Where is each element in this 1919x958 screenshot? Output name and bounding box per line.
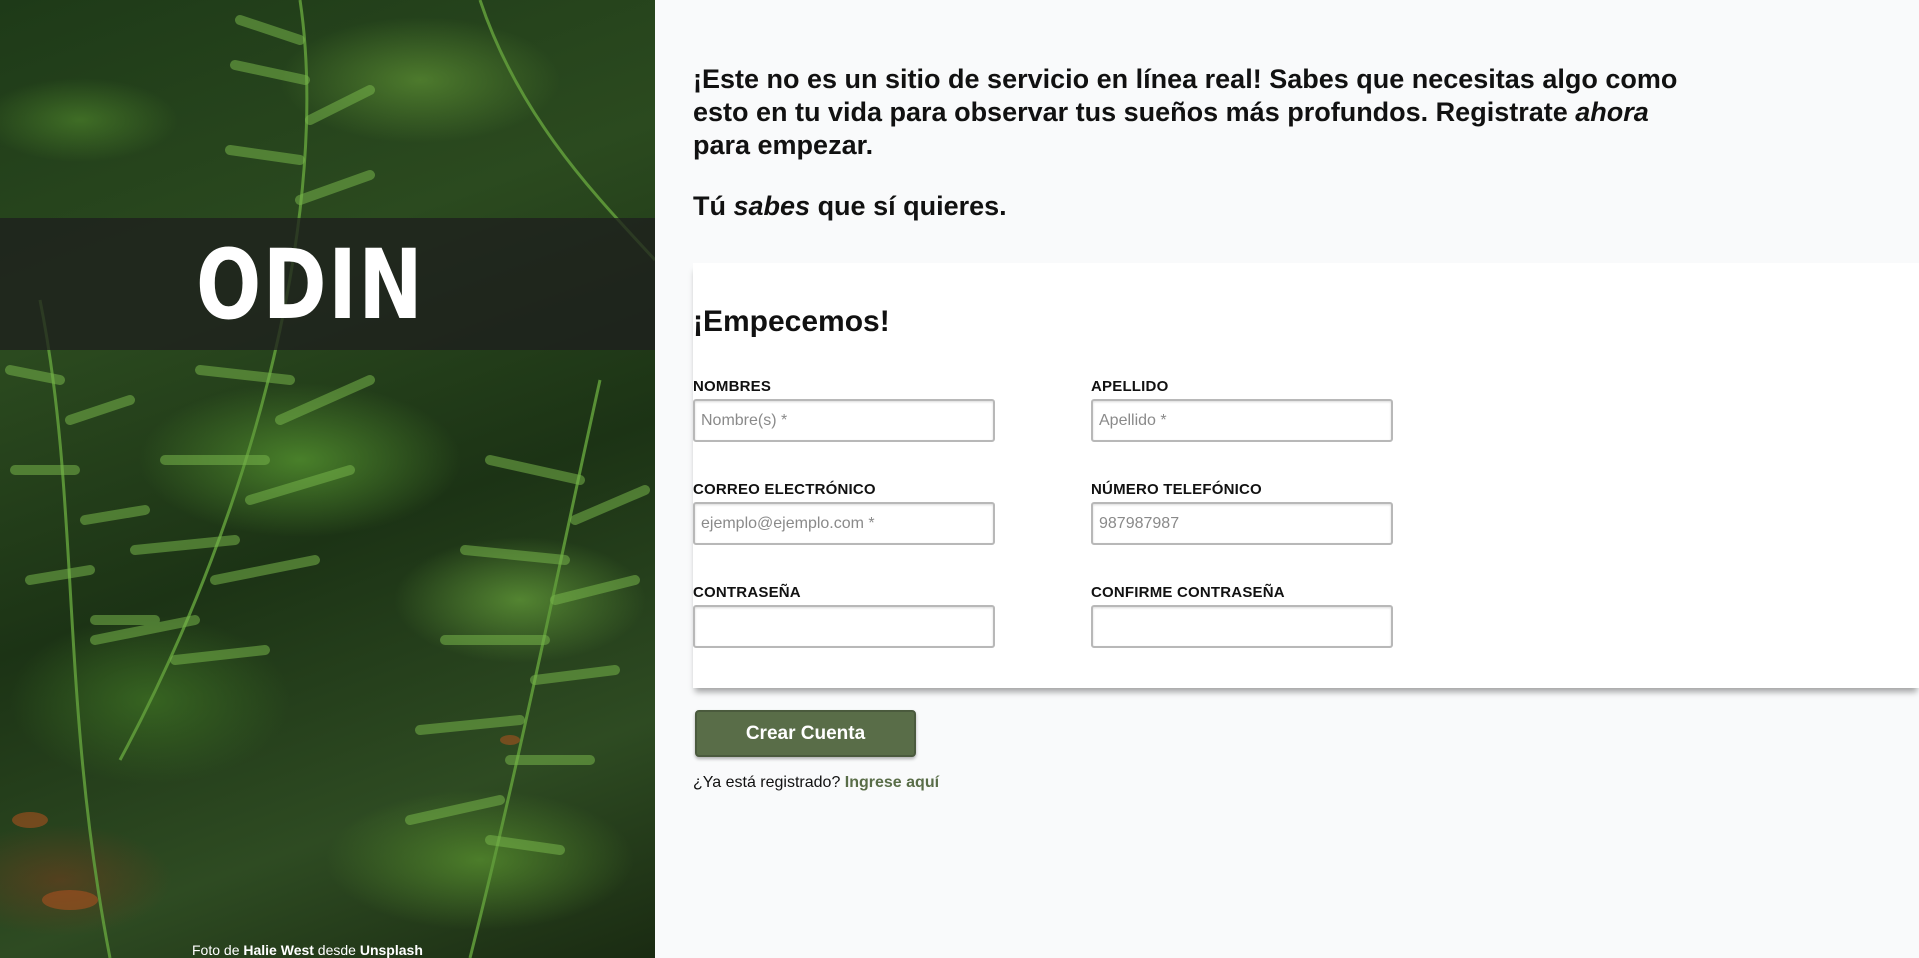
credit-middle: desde — [313, 942, 360, 958]
login-prompt: ¿Ya está registrado? Ingrese aquí — [693, 774, 939, 792]
create-account-button[interactable]: Crear Cuenta — [695, 710, 916, 757]
logo-text: ODIN — [196, 229, 425, 341]
confirm-password-field-group: CONFIRME CONTRASEÑA — [1091, 584, 1393, 648]
signup-form: ¡Empecemos! NOMBRES APELLIDO CORREO ELEC… — [693, 263, 1919, 688]
signup-page: ODIN Foto de Halie West desde Unsplash ¡… — [0, 0, 1919, 958]
confirm-password-label: CONFIRME CONTRASEÑA — [1091, 584, 1285, 601]
credit-prefix: Foto de — [192, 942, 244, 958]
last-name-label: APELLIDO — [1091, 378, 1169, 395]
odin-logo: ODIN — [190, 220, 470, 350]
phone-label: NÚMERO TELEFÓNICO — [1091, 481, 1262, 498]
credit-author-link[interactable]: Halie West — [243, 942, 314, 958]
main-content: ¡Este no es un sitio de servicio en líne… — [655, 0, 1919, 958]
first-name-field-group: NOMBRES — [693, 378, 995, 442]
credit-source-link[interactable]: Unsplash — [360, 942, 423, 958]
photo-credit: Foto de Halie West desde Unsplash — [192, 942, 423, 958]
last-name-input[interactable] — [1091, 399, 1393, 442]
phone-input[interactable] — [1091, 502, 1393, 545]
first-name-label: NOMBRES — [693, 378, 772, 395]
login-link[interactable]: Ingrese aquí — [845, 774, 939, 791]
intro-text: ¡Este no es un sitio de servicio en líne… — [693, 64, 1678, 160]
email-field-group: CORREO ELECTRÓNICO — [693, 481, 995, 545]
intro-tagline: Tú sabes que sí quieres. — [693, 191, 1007, 221]
email-label: CORREO ELECTRÓNICO — [693, 481, 876, 498]
fern-background-image — [5, 0, 655, 958]
phone-field-group: NÚMERO TELEFÓNICO — [1091, 481, 1393, 545]
first-name-input[interactable] — [693, 399, 995, 442]
last-name-field-group: APELLIDO — [1091, 378, 1393, 442]
hero-sidebar: ODIN Foto de Halie West desde Unsplash — [0, 0, 655, 958]
password-input[interactable] — [693, 605, 995, 648]
password-label: CONTRASEÑA — [693, 584, 801, 601]
login-prompt-text: ¿Ya está registrado? — [693, 774, 845, 791]
email-input[interactable] — [693, 502, 995, 545]
form-title: ¡Empecemos! — [693, 305, 890, 338]
password-field-group: CONTRASEÑA — [693, 584, 995, 648]
confirm-password-input[interactable] — [1091, 605, 1393, 648]
